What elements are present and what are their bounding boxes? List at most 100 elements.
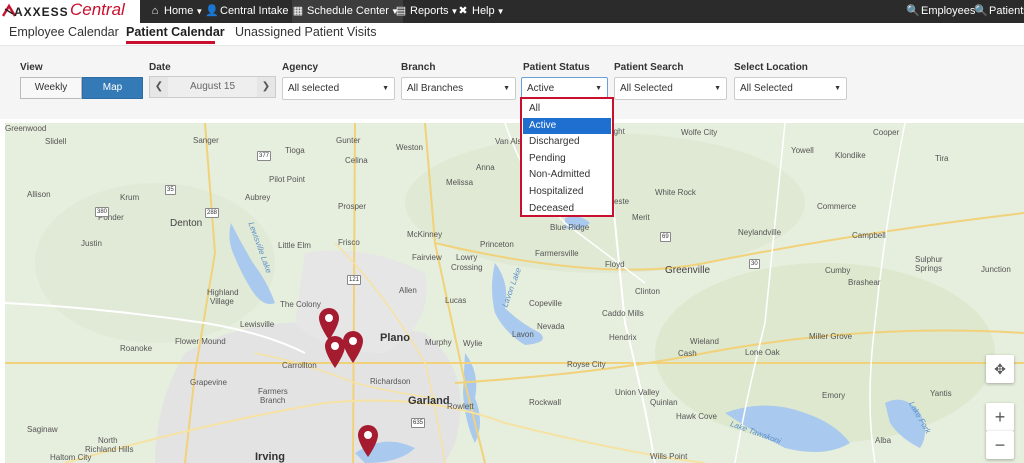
highway-shield: 380 <box>95 207 110 217</box>
view-map-button[interactable]: Map <box>82 77 143 99</box>
logo[interactable]: AXXESS Central <box>0 0 140 23</box>
map-zoom-in-button[interactable]: + <box>986 403 1014 431</box>
caret-down-icon: ▼ <box>834 85 841 92</box>
nav-central-intake[interactable]: 👤Central Intake▼ <box>205 0 298 23</box>
date-prev-button[interactable]: ❮ <box>150 77 168 97</box>
map-label-little-elm: Little Elm <box>278 241 311 250</box>
map-label-yantis: Yantis <box>930 389 952 398</box>
map-label-hendrix: Hendrix <box>609 333 637 342</box>
map-label-cash: Cash <box>678 349 697 358</box>
status-option-pending[interactable]: Pending <box>523 151 611 168</box>
map-label-crossing: Crossing <box>451 263 483 272</box>
map-label-north-richland: North <box>98 436 118 445</box>
map-label-nevada: Nevada <box>537 322 565 331</box>
tab-unassigned-patient-visits[interactable]: Unassigned Patient Visits <box>235 25 377 39</box>
nav-home[interactable]: ⌂ Home ▼ <box>149 0 204 23</box>
map-label-greenville: Greenville <box>665 265 711 276</box>
tab-patient-calendar[interactable]: Patient Calendar <box>126 25 225 39</box>
map-label-carrollton: Carrollton <box>282 361 317 370</box>
branch-select-value: All Branches <box>407 83 464 94</box>
nav-patients-search[interactable]: 🔍Patients <box>974 0 1024 23</box>
map-label-village: Village <box>210 297 234 306</box>
nav-patients-label: Patients <box>989 5 1024 17</box>
patient-search-select-value: All Selected <box>620 83 673 94</box>
map-label-cumby: Cumby <box>825 266 851 275</box>
map-label-caddo-mills: Caddo Mills <box>602 309 644 318</box>
map-label-copeville: Copeville <box>529 299 562 308</box>
patient-map-pin[interactable] <box>356 424 380 458</box>
nav-reports-label: Reports <box>410 5 449 17</box>
agency-select[interactable]: All selected ▼ <box>282 77 395 100</box>
caret-down-icon: ▼ <box>714 85 721 92</box>
user-plus-icon: 👤 <box>205 5 219 17</box>
map-label-saginaw: Saginaw <box>27 425 58 434</box>
view-weekly-button[interactable]: Weekly <box>20 77 82 99</box>
map-label-flower-mound: Flower Mound <box>175 337 226 346</box>
status-option-all[interactable]: All <box>523 101 611 118</box>
highway-shield: 377 <box>257 151 272 161</box>
map-label-campbell: Campbell <box>852 231 886 240</box>
select-location-select[interactable]: All Selected ▼ <box>734 77 847 100</box>
chevron-right-icon: ❯ <box>261 81 271 92</box>
patient-map[interactable]: Greenwood Slidell Sanger Weston Celina G… <box>5 123 1024 463</box>
reports-icon: ▤ <box>395 5 407 17</box>
date-next-button[interactable]: ❯ <box>257 77 275 97</box>
agency-label: Agency <box>282 62 319 73</box>
move-icon: ✥ <box>994 361 1006 377</box>
map-label-alba: Alba <box>875 436 892 445</box>
status-option-hospitalized[interactable]: Hospitalized <box>523 184 611 201</box>
nav-home-label: Home <box>164 5 194 17</box>
status-option-active[interactable]: Active <box>523 117 611 135</box>
map-label-clinton: Clinton <box>635 287 660 296</box>
map-label-denton: Denton <box>170 218 203 229</box>
map-label-anna: Anna <box>476 163 495 172</box>
patient-map-pin[interactable] <box>323 335 347 369</box>
chevron-down-icon: ▼ <box>195 7 204 16</box>
map-label-springs: Springs <box>915 264 943 273</box>
map-label-plano: Plano <box>380 332 410 344</box>
home-icon: ⌂ <box>151 5 159 17</box>
tab-employee-calendar[interactable]: Employee Calendar <box>9 25 119 39</box>
map-label-branch: Branch <box>260 396 286 405</box>
nav-schedule-center[interactable]: ▦ Schedule Center ▼ <box>292 0 403 23</box>
map-label-gunter: Gunter <box>336 136 361 145</box>
patient-status-select-value: Active <box>527 83 555 94</box>
nav-reports[interactable]: ▤ Reports ▼ <box>395 0 459 23</box>
map-label-pilot-point: Pilot Point <box>269 175 306 184</box>
map-label-lucas: Lucas <box>445 296 467 305</box>
status-option-non-admitted[interactable]: Non-Admitted <box>523 167 611 184</box>
map-label-melissa: Melissa <box>446 178 474 187</box>
map-label-lowry: Lowry <box>456 253 478 262</box>
map-label-allison: Allison <box>27 190 51 199</box>
map-label-allen: Allen <box>399 286 417 295</box>
date-value[interactable]: August 15 <box>168 77 257 97</box>
map-label-highland: Highland <box>207 288 239 297</box>
map-label-sulphur: Sulphur <box>915 255 943 264</box>
map-label-neylandville: Neylandville <box>738 228 782 237</box>
map-label-the-colony: The Colony <box>280 300 321 309</box>
map-label-frisco: Frisco <box>338 238 360 247</box>
map-label-justin: Justin <box>81 239 102 248</box>
map-label-greenwood: Greenwood <box>5 124 47 133</box>
map-label-emory: Emory <box>822 391 846 400</box>
map-label-haltom-city: Haltom City <box>50 453 92 462</box>
nav-help[interactable]: ✖ Help ▼ <box>457 0 504 23</box>
map-label-lewisville: Lewisville <box>240 320 275 329</box>
patient-search-select[interactable]: All Selected ▼ <box>614 77 727 100</box>
map-fullscreen-button[interactable]: ✥ <box>986 355 1014 383</box>
patient-search-label: Patient Search <box>614 62 684 73</box>
date-picker: ❮ August 15 ❯ <box>149 76 276 98</box>
map-label-floyd: Floyd <box>605 260 625 269</box>
agency-select-value: All selected <box>288 83 340 94</box>
map-label-white-rock: White Rock <box>655 188 696 197</box>
map-label-mckinney: McKinney <box>407 230 443 239</box>
nav-employees-search[interactable]: 🔍Employees <box>906 0 975 23</box>
map-label-sanger: Sanger <box>193 136 219 145</box>
map-zoom-out-button[interactable]: − <box>986 431 1014 459</box>
branch-select[interactable]: All Branches ▼ <box>401 77 516 100</box>
select-location-select-value: All Selected <box>740 83 793 94</box>
map-background <box>5 123 1024 463</box>
status-option-deceased[interactable]: Deceased <box>523 201 611 218</box>
map-label-weston: Weston <box>396 143 423 152</box>
status-option-discharged[interactable]: Discharged <box>523 134 611 151</box>
